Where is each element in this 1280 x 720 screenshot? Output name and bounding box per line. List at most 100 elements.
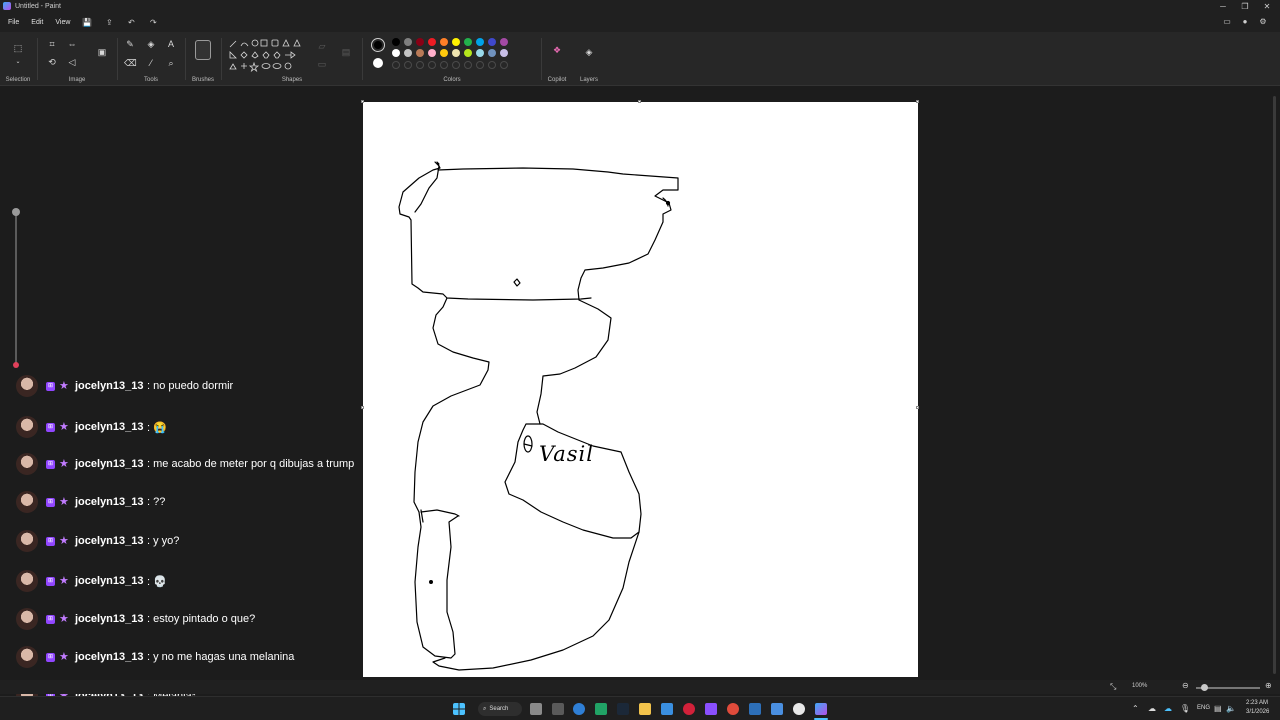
redo-icon[interactable]: ↷ xyxy=(142,18,164,27)
clock-date[interactable]: 3/1/2026 xyxy=(1246,709,1269,715)
canvas-resize-handle[interactable] xyxy=(638,100,641,103)
brush-icon[interactable] xyxy=(195,40,211,60)
zoom-out-icon[interactable]: ⊖ xyxy=(1182,681,1189,690)
layers-icon[interactable]: ◈ xyxy=(583,46,595,58)
menu-file[interactable]: File xyxy=(0,19,25,26)
canvas-resize-handle[interactable] xyxy=(916,100,919,103)
color-swatch[interactable] xyxy=(464,38,472,46)
color-swatch[interactable] xyxy=(416,38,424,46)
widgets-icon[interactable] xyxy=(552,703,564,715)
custom-color-slot[interactable] xyxy=(452,61,460,69)
selection-icon[interactable]: ⬚ xyxy=(12,42,24,54)
edge-icon[interactable] xyxy=(573,703,585,715)
task-view-icon[interactable] xyxy=(530,703,542,715)
recording-app-icon[interactable] xyxy=(727,703,739,715)
secondary-color[interactable] xyxy=(373,58,383,68)
microphone-icon[interactable]: 🎙 xyxy=(1180,704,1190,713)
shapes-gallery[interactable] xyxy=(228,38,308,74)
menu-edit[interactable]: Edit xyxy=(25,19,49,26)
color-swatch[interactable] xyxy=(488,49,496,57)
custom-color-slot[interactable] xyxy=(440,61,448,69)
chat-username[interactable]: jocelyn13_13 xyxy=(75,421,144,433)
taskbar-search[interactable]: ⌕ Search xyxy=(478,702,522,716)
close-button[interactable]: ✕ xyxy=(1256,0,1278,12)
network-icon[interactable]: ▤ xyxy=(1214,704,1222,713)
crop-icon[interactable]: ⌗ xyxy=(46,38,58,50)
resize-icon[interactable]: ⇔ xyxy=(66,38,78,50)
color-swatch[interactable] xyxy=(452,38,460,46)
save-icon[interactable]: 💾 xyxy=(76,18,98,27)
color-swatch[interactable] xyxy=(476,49,484,57)
share-icon[interactable]: ⇪ xyxy=(98,18,120,27)
copilot-icon[interactable]: ❖ xyxy=(551,44,563,56)
custom-color-slot[interactable] xyxy=(464,61,472,69)
brush-size-slider-track[interactable] xyxy=(15,215,17,365)
fill-icon[interactable]: ◈ xyxy=(145,38,157,50)
language-indicator[interactable]: ENG xyxy=(1197,705,1210,711)
color-swatch[interactable] xyxy=(440,38,448,46)
custom-color-slot[interactable] xyxy=(476,61,484,69)
chat-username[interactable]: jocelyn13_13 xyxy=(75,496,144,508)
custom-color-slot[interactable] xyxy=(428,61,436,69)
canvas-resize-handle[interactable] xyxy=(916,406,919,409)
color-swatch[interactable] xyxy=(488,38,496,46)
custom-color-slot[interactable] xyxy=(488,61,496,69)
primary-color[interactable] xyxy=(371,38,385,52)
vertical-scrollbar[interactable] xyxy=(1273,96,1276,674)
paint-taskbar-icon[interactable] xyxy=(815,703,827,715)
chevron-down-icon[interactable]: ⌄ xyxy=(12,56,24,68)
color-swatch[interactable] xyxy=(476,38,484,46)
outline-icon[interactable]: ▱ xyxy=(316,40,328,52)
color-swatch[interactable] xyxy=(452,49,460,57)
file-explorer-icon[interactable] xyxy=(639,703,651,715)
color-picker-icon[interactable]: ⁄ xyxy=(145,57,157,69)
custom-color-slot[interactable] xyxy=(392,61,400,69)
settings-icon[interactable]: ⚙ xyxy=(1258,16,1268,26)
clock-time[interactable]: 2:23 AM xyxy=(1246,700,1268,706)
brush-size-slider-thumb[interactable] xyxy=(12,208,20,216)
color-swatch[interactable] xyxy=(440,49,448,57)
eraser-icon[interactable]: ⌫ xyxy=(124,57,137,69)
custom-color-slot[interactable] xyxy=(416,61,424,69)
color-swatch[interactable] xyxy=(428,38,436,46)
code-editor-icon[interactable] xyxy=(749,703,761,715)
color-swatch[interactable] xyxy=(392,38,400,46)
chat-username[interactable]: jocelyn13_13 xyxy=(75,575,144,587)
menu-view[interactable]: View xyxy=(49,19,76,26)
chat-username[interactable]: jocelyn13_13 xyxy=(75,380,144,392)
shape-size-icon[interactable]: ▤ xyxy=(340,46,352,58)
chat-username[interactable]: jocelyn13_13 xyxy=(75,535,144,547)
steam-icon[interactable] xyxy=(617,703,629,715)
color-swatch[interactable] xyxy=(500,49,508,57)
flip-icon[interactable]: ◁ xyxy=(66,56,78,68)
drawing-canvas[interactable]: Vasil xyxy=(363,102,918,677)
chat-username[interactable]: jocelyn13_13 xyxy=(75,458,144,470)
chat-username[interactable]: jocelyn13_13 xyxy=(75,613,144,625)
fill-style-icon[interactable]: ▭ xyxy=(316,58,328,70)
maximize-button[interactable]: ❐ xyxy=(1234,0,1256,12)
color-swatch[interactable] xyxy=(416,49,424,57)
color-swatch[interactable] xyxy=(404,38,412,46)
fit-to-window-icon[interactable]: ⤡ xyxy=(1110,682,1116,692)
twitch-icon[interactable] xyxy=(705,703,717,715)
tray-chevron-icon[interactable]: ⌃ xyxy=(1132,704,1139,713)
minimize-button[interactable]: ─ xyxy=(1212,0,1234,12)
zoom-level[interactable]: 100% xyxy=(1132,683,1147,689)
color-swatch[interactable] xyxy=(392,49,400,57)
background-remove-icon[interactable]: ▣ xyxy=(96,46,108,58)
pencil-icon[interactable]: ✎ xyxy=(124,38,136,50)
onedrive-icon[interactable]: ☁ xyxy=(1164,704,1172,713)
color-swatch[interactable] xyxy=(428,49,436,57)
chat-username[interactable]: jocelyn13_13 xyxy=(75,651,144,663)
canvas-resize-handle[interactable] xyxy=(361,100,364,103)
opera-icon[interactable] xyxy=(683,703,695,715)
chrome-icon[interactable] xyxy=(793,703,805,715)
account-icon[interactable]: ● xyxy=(1240,16,1250,26)
undo-icon[interactable]: ↶ xyxy=(120,18,142,27)
color-swatch[interactable] xyxy=(500,38,508,46)
volume-icon[interactable]: 🔈 xyxy=(1226,704,1236,713)
zoom-slider-thumb[interactable] xyxy=(1201,684,1208,691)
cloud-icon[interactable]: ☁ xyxy=(1148,704,1156,713)
windows-start-icon[interactable] xyxy=(453,703,465,715)
custom-color-slot[interactable] xyxy=(500,61,508,69)
